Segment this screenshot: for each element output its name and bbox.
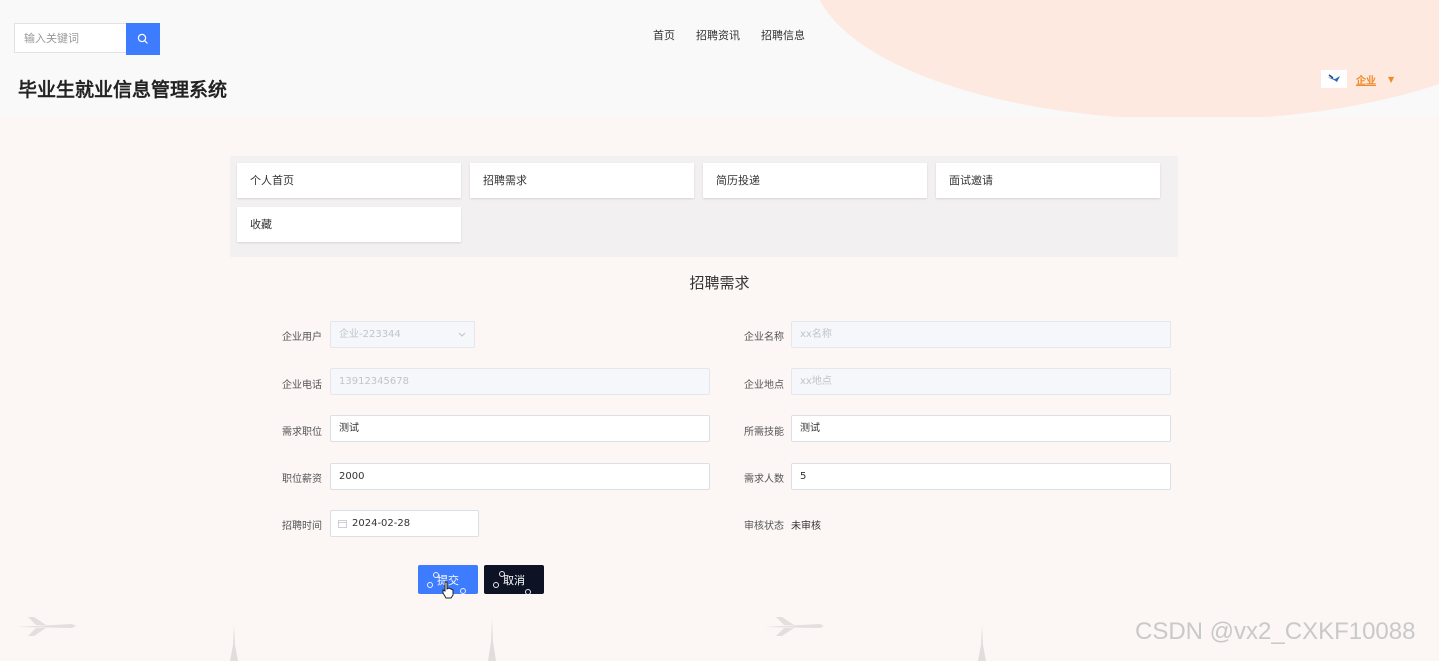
tower-icon	[230, 625, 238, 661]
company-user-value: 企业-223344	[339, 329, 401, 340]
watermark: CSDN @vx2_CXKF10088	[1135, 618, 1416, 645]
tab-favorites[interactable]: 收藏	[237, 207, 461, 242]
tab-interview-invite[interactable]: 面试邀请	[936, 163, 1160, 198]
tab-recruit-demand[interactable]: 招聘需求	[470, 163, 694, 198]
cancel-label: 取消	[503, 573, 525, 587]
airplane-icon	[764, 617, 824, 636]
calendar-icon	[338, 520, 347, 528]
site-header: 输入关键词 首页 招聘资讯 招聘信息 毕业生就业信息管理系统 企业 ▼	[0, 0, 1439, 117]
search-bar: 输入关键词	[14, 23, 160, 55]
nav-recruit-news[interactable]: 招聘资讯	[696, 27, 740, 43]
nav-home[interactable]: 首页	[653, 27, 675, 43]
audit-status: 未审核	[791, 521, 821, 532]
search-input[interactable]: 输入关键词	[14, 23, 126, 53]
page-title: 招聘需求	[689, 274, 750, 292]
position-label: 需求职位	[282, 427, 322, 438]
date-value: 2024-02-28	[352, 518, 411, 529]
tab-personal-home[interactable]: 个人首页	[237, 163, 461, 198]
audit-label: 审核状态	[744, 521, 784, 532]
position-input[interactable]: 测试	[330, 415, 710, 442]
company-user-label: 企业用户	[282, 332, 322, 343]
submit-button[interactable]: 提交	[418, 565, 478, 599]
headcount-input[interactable]: 5	[791, 463, 1171, 490]
search-button[interactable]	[126, 23, 160, 55]
headcount-label: 需求人数	[744, 474, 784, 485]
site-title: 毕业生就业信息管理系统	[18, 79, 228, 101]
tower-icon	[488, 618, 496, 661]
pointer-cursor-icon	[442, 581, 454, 599]
user-center-menu: 个人首页 招聘需求 简历投递 面试邀请 收藏	[230, 156, 1178, 257]
airplane-icon	[16, 617, 76, 636]
tower-icon	[978, 625, 986, 661]
company-phone-input[interactable]: 13912345678	[330, 368, 710, 395]
avatar[interactable]	[1321, 70, 1347, 88]
skills-label: 所需技能	[744, 427, 784, 438]
user-role[interactable]: 企业	[1356, 72, 1376, 87]
salary-label: 职位薪资	[282, 474, 322, 485]
top-nav: 首页 招聘资讯 招聘信息	[653, 27, 805, 43]
tab-resume-delivery[interactable]: 简历投递	[703, 163, 927, 198]
company-user-select[interactable]: 企业-223344	[330, 321, 475, 348]
user-menu[interactable]: 企业 ▼	[1321, 70, 1394, 88]
cancel-button[interactable]: 取消	[484, 565, 544, 595]
company-name-input[interactable]: xx名称	[791, 321, 1171, 348]
company-location-input[interactable]: xx地点	[791, 368, 1171, 395]
date-picker[interactable]: 2024-02-28	[330, 510, 479, 537]
company-location-label: 企业地点	[744, 380, 784, 391]
chevron-down-icon	[458, 332, 466, 337]
date-label: 招聘时间	[282, 521, 322, 532]
skills-input[interactable]: 测试	[791, 415, 1171, 442]
search-icon	[137, 33, 148, 44]
chevron-down-icon[interactable]: ▼	[1388, 75, 1394, 84]
company-phone-label: 企业电话	[282, 380, 322, 391]
header-decoration	[812, 0, 1439, 117]
salary-input[interactable]: 2000	[330, 463, 710, 490]
company-name-label: 企业名称	[744, 332, 784, 343]
nav-recruit-info[interactable]: 招聘信息	[761, 27, 805, 43]
